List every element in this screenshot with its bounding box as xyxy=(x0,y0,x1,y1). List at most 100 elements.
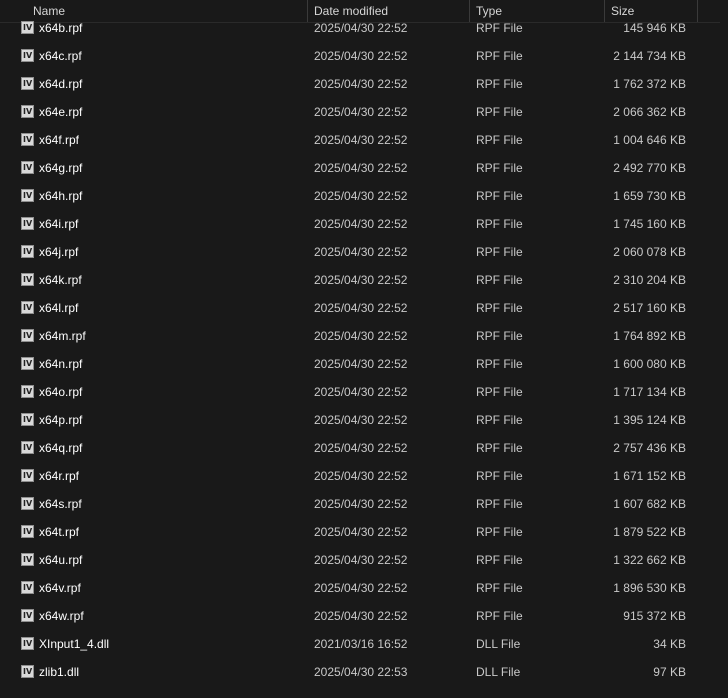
file-type-icon xyxy=(21,105,34,118)
file-type-icon xyxy=(21,329,34,342)
file-date-modified: 2025/04/30 22:52 xyxy=(314,609,408,623)
file-name: x64u.rpf xyxy=(39,553,83,567)
file-size: 2 492 770 KB xyxy=(613,161,686,175)
file-type-icon xyxy=(21,245,34,258)
file-size: 1 762 372 KB xyxy=(613,77,686,91)
file-type: RPF File xyxy=(476,77,523,91)
file-row[interactable]: x64u.rpf 2025/04/30 22:52 RPF File 1 322 66… xyxy=(0,546,728,574)
file-name: x64d.rpf xyxy=(39,77,83,91)
file-size: 1 671 152 KB xyxy=(613,469,686,483)
file-type: RPF File xyxy=(476,553,523,567)
file-row[interactable]: x64t.rpf 2025/04/30 22:52 RPF File 1 879 52… xyxy=(0,518,728,546)
file-size: 1 395 124 KB xyxy=(613,413,686,427)
file-name: x64p.rpf xyxy=(39,413,83,427)
file-date-modified: 2025/04/30 22:52 xyxy=(314,273,408,287)
file-date-modified: 2025/04/30 22:52 xyxy=(314,413,408,427)
file-row[interactable]: x64l.rpf 2025/04/30 22:52 RPF File 2 517 16… xyxy=(0,294,728,322)
file-date-modified: 2025/04/30 22:52 xyxy=(314,497,408,511)
file-type-icon xyxy=(21,357,34,370)
file-row[interactable]: x64s.rpf 2025/04/30 22:52 RPF File 1 607 68… xyxy=(0,490,728,518)
file-row[interactable]: x64v.rpf 2025/04/30 22:52 RPF File 1 896 53… xyxy=(0,574,728,602)
file-type: RPF File xyxy=(476,49,523,63)
file-size: 34 KB xyxy=(653,637,686,651)
file-row[interactable]: x64i.rpf 2025/04/30 22:52 RPF File 1 745 16… xyxy=(0,210,728,238)
file-name: zlib1.dll xyxy=(39,665,80,679)
file-size: 97 KB xyxy=(653,665,686,679)
file-type: RPF File xyxy=(476,385,523,399)
file-row[interactable]: x64q.rpf 2025/04/30 22:52 RPF File 2 757 43… xyxy=(0,434,728,462)
file-name: x64w.rpf xyxy=(39,609,84,623)
file-size: 2 757 436 KB xyxy=(613,441,686,455)
file-type: RPF File xyxy=(476,301,523,315)
file-type: RPF File xyxy=(476,189,523,203)
file-type-icon xyxy=(21,637,34,650)
file-row[interactable]: x64h.rpf 2025/04/30 22:52 RPF File 1 659 73… xyxy=(0,182,728,210)
file-date-modified: 2021/03/16 16:52 xyxy=(314,637,408,651)
file-type-icon xyxy=(21,49,34,62)
file-row[interactable]: x64o.rpf 2025/04/30 22:52 RPF File 1 717 13… xyxy=(0,378,728,406)
file-row[interactable]: x64c.rpf 2025/04/30 22:52 RPF File 2 144 73… xyxy=(0,42,728,70)
file-type-icon xyxy=(21,161,34,174)
file-date-modified: 2025/04/30 22:52 xyxy=(314,357,408,371)
file-type: RPF File xyxy=(476,469,523,483)
file-date-modified: 2025/04/30 22:52 xyxy=(314,49,408,63)
file-row[interactable]: x64d.rpf 2025/04/30 22:52 RPF File 1 762 37… xyxy=(0,70,728,98)
file-row[interactable]: XInput1_4.dll 2021/03/16 16:52 DLL File 34 … xyxy=(0,630,728,658)
file-type: RPF File xyxy=(476,133,523,147)
file-name: x64q.rpf xyxy=(39,441,83,455)
file-size: 1 764 892 KB xyxy=(613,329,686,343)
file-size: 2 517 160 KB xyxy=(613,301,686,315)
file-name: x64n.rpf xyxy=(39,357,83,371)
file-name: x64r.rpf xyxy=(39,469,80,483)
file-row[interactable]: x64k.rpf 2025/04/30 22:52 RPF File 2 310 20… xyxy=(0,266,728,294)
file-row[interactable]: x64f.rpf 2025/04/30 22:52 RPF File 1 004 64… xyxy=(0,126,728,154)
file-name: XInput1_4.dll xyxy=(39,637,110,651)
file-row[interactable]: x64j.rpf 2025/04/30 22:52 RPF File 2 060 07… xyxy=(0,238,728,266)
file-row[interactable]: zlib1.dll 2025/04/30 22:53 DLL File 97 KB xyxy=(0,658,728,686)
file-type-icon xyxy=(21,525,34,538)
file-date-modified: 2025/04/30 22:52 xyxy=(314,301,408,315)
file-type: RPF File xyxy=(476,525,523,539)
file-size: 1 607 682 KB xyxy=(613,497,686,511)
file-size: 915 372 KB xyxy=(623,609,686,623)
file-date-modified: 2025/04/30 22:52 xyxy=(314,441,408,455)
file-date-modified: 2025/04/30 22:52 xyxy=(314,469,408,483)
file-type: RPF File xyxy=(476,609,523,623)
file-row[interactable]: x64r.rpf 2025/04/30 22:52 RPF File 1 671 15… xyxy=(0,462,728,490)
file-type-icon xyxy=(21,609,34,622)
file-type-icon xyxy=(21,581,34,594)
vertical-scrollbar[interactable] xyxy=(720,22,728,698)
file-row[interactable]: x64m.rpf 2025/04/30 22:52 RPF File 1 764 89… xyxy=(0,322,728,350)
file-size: 1 745 160 KB xyxy=(613,217,686,231)
file-type-icon xyxy=(21,665,34,678)
file-size: 2 144 734 KB xyxy=(613,49,686,63)
file-row[interactable]: x64n.rpf 2025/04/30 22:52 RPF File 1 600 08… xyxy=(0,350,728,378)
file-type-icon xyxy=(21,21,34,34)
file-date-modified: 2025/04/30 22:52 xyxy=(314,217,408,231)
file-row[interactable]: x64b.rpf 2025/04/30 22:52 RPF File 145 946 … xyxy=(0,14,728,42)
file-row[interactable]: x64w.rpf 2025/04/30 22:52 RPF File 915 372 … xyxy=(0,602,728,630)
file-size: 1 322 662 KB xyxy=(613,553,686,567)
file-size: 1 004 646 KB xyxy=(613,133,686,147)
file-name: x64g.rpf xyxy=(39,161,83,175)
file-type-icon xyxy=(21,217,34,230)
file-row[interactable]: x64e.rpf 2025/04/30 22:52 RPF File 2 066 36… xyxy=(0,98,728,126)
file-name: x64f.rpf xyxy=(39,133,80,147)
file-size: 1 717 134 KB xyxy=(613,385,686,399)
file-name: x64o.rpf xyxy=(39,385,83,399)
file-type: DLL File xyxy=(476,637,521,651)
file-date-modified: 2025/04/30 22:52 xyxy=(314,21,408,35)
file-date-modified: 2025/04/30 22:52 xyxy=(314,329,408,343)
file-type-icon xyxy=(21,469,34,482)
file-name: x64b.rpf xyxy=(39,21,83,35)
file-type: RPF File xyxy=(476,441,523,455)
file-row[interactable]: x64p.rpf 2025/04/30 22:52 RPF File 1 395 12… xyxy=(0,406,728,434)
file-type-icon xyxy=(21,497,34,510)
file-type: RPF File xyxy=(476,413,523,427)
file-type-icon xyxy=(21,441,34,454)
file-type: RPF File xyxy=(476,245,523,259)
file-type: RPF File xyxy=(476,161,523,175)
file-date-modified: 2025/04/30 22:52 xyxy=(314,189,408,203)
file-type-icon xyxy=(21,189,34,202)
file-row[interactable]: x64g.rpf 2025/04/30 22:52 RPF File 2 492 77… xyxy=(0,154,728,182)
